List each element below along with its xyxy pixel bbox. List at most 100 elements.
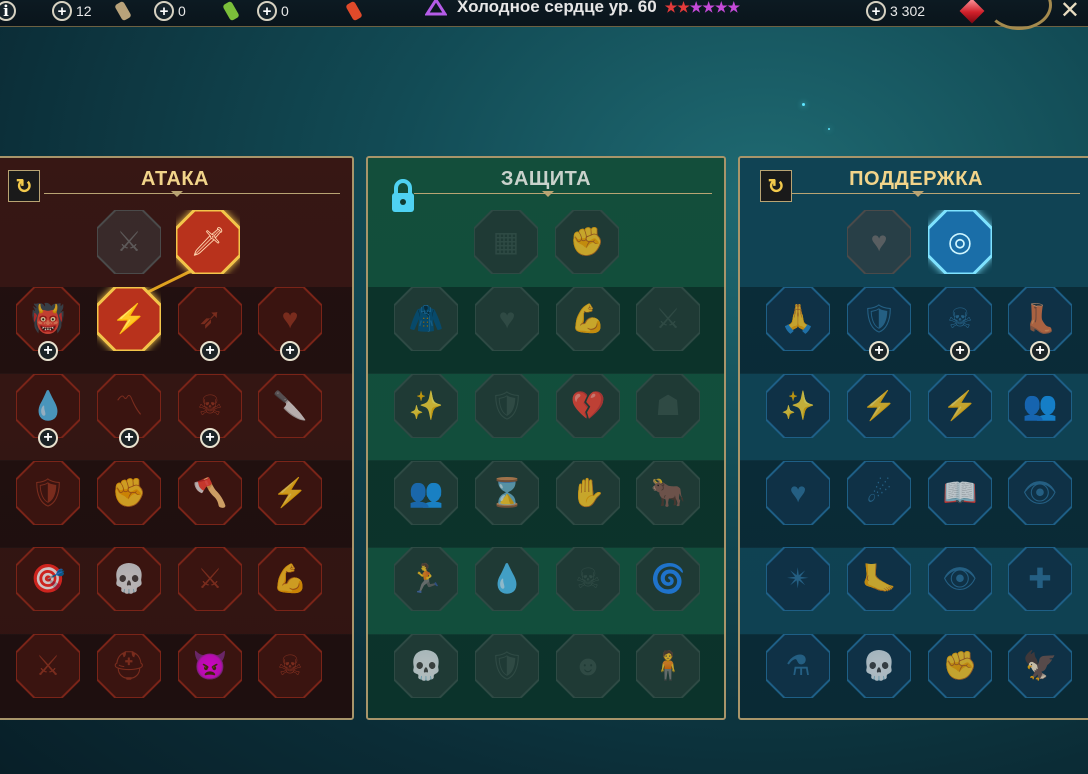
rarity-triangle-icon bbox=[425, 0, 447, 16]
axe-icon: 🪓 bbox=[192, 477, 228, 508]
skill-node[interactable]: ⛑ bbox=[97, 634, 161, 698]
skill-node[interactable]: 👁 bbox=[928, 547, 992, 611]
skull-slash-icon: ☠ bbox=[197, 390, 223, 421]
skill-node[interactable]: ✊ bbox=[928, 634, 992, 698]
skill-node[interactable]: ♥ bbox=[847, 210, 911, 274]
skill-node[interactable]: 🧥 bbox=[394, 287, 458, 351]
skill-node[interactable]: ⚡ bbox=[97, 287, 161, 351]
hero-name: Холодное сердце ур. 60 bbox=[457, 0, 657, 16]
swirl-icon: 🌀 bbox=[650, 563, 686, 594]
skill-node[interactable]: 🏃 bbox=[394, 547, 458, 611]
skill-node[interactable]: ♥ bbox=[475, 287, 539, 351]
upgrade-plus-button[interactable]: + bbox=[38, 428, 58, 448]
upgrade-plus-button[interactable]: + bbox=[950, 341, 970, 361]
skill-node[interactable]: ✚ bbox=[1008, 547, 1072, 611]
skill-node[interactable]: 💀 bbox=[97, 547, 161, 611]
close-button[interactable]: ✕ bbox=[1060, 0, 1080, 25]
skill-node[interactable]: 🪓 bbox=[178, 461, 242, 525]
skill-node[interactable]: 🛡 bbox=[16, 461, 80, 525]
skill-node[interactable]: 🐂 bbox=[636, 461, 700, 525]
info-icon[interactable]: i bbox=[0, 1, 16, 21]
skill-node[interactable]: 💔 bbox=[556, 374, 620, 438]
skill-node[interactable]: ✋ bbox=[556, 461, 620, 525]
add-resource-2-button[interactable]: + bbox=[154, 1, 174, 21]
skill-node[interactable]: ⚔ bbox=[97, 210, 161, 274]
skill-node[interactable]: ☠ bbox=[556, 547, 620, 611]
skill-node[interactable]: ✴ bbox=[766, 547, 830, 611]
skill-node[interactable]: 🦶 bbox=[847, 547, 911, 611]
heart-organ-icon: ♥ bbox=[498, 303, 516, 334]
skill-node[interactable]: 💀 bbox=[847, 634, 911, 698]
upgrade-plus-button[interactable]: + bbox=[1030, 341, 1050, 361]
skill-node[interactable]: 💧 bbox=[475, 547, 539, 611]
dagger-slash-icon: 🗡 bbox=[190, 226, 226, 257]
divider bbox=[414, 193, 712, 194]
bearded-head-icon: ☻ bbox=[573, 650, 603, 681]
skill-node[interactable]: ⚡ bbox=[258, 461, 322, 525]
skill-node[interactable]: 💀 bbox=[394, 634, 458, 698]
skill-node[interactable]: ✊ bbox=[97, 461, 161, 525]
resource-1: + 12 bbox=[52, 0, 132, 22]
upgrade-plus-button[interactable]: + bbox=[200, 428, 220, 448]
skill-node[interactable]: 📖 bbox=[928, 461, 992, 525]
skill-node[interactable]: ◎ bbox=[928, 210, 992, 274]
skill-node[interactable]: ✊ bbox=[555, 210, 619, 274]
skill-node[interactable]: ⚔ bbox=[636, 287, 700, 351]
skill-node[interactable]: ⚔ bbox=[16, 634, 80, 698]
skill-node[interactable]: 🛡 bbox=[475, 374, 539, 438]
skill-node[interactable]: ▦ bbox=[474, 210, 538, 274]
skill-node[interactable]: 👥 bbox=[394, 461, 458, 525]
panel-title: ЗАЩИТА bbox=[500, 168, 592, 190]
add-gems-button[interactable]: + bbox=[866, 1, 886, 21]
skill-node[interactable]: ✨ bbox=[766, 374, 830, 438]
skill-node[interactable]: 👿 bbox=[178, 634, 242, 698]
upgrade-plus-button[interactable]: + bbox=[200, 341, 220, 361]
skill-node[interactable]: 👥 bbox=[1008, 374, 1072, 438]
heart-sparkles-icon: ♥ bbox=[870, 226, 888, 257]
panel-header: АТАКА ↻ bbox=[0, 158, 352, 214]
upgrade-plus-button[interactable]: + bbox=[280, 341, 300, 361]
skill-node[interactable]: ⚗ bbox=[766, 634, 830, 698]
info-button[interactable]: i bbox=[0, 0, 16, 22]
add-resource-1-button[interactable]: + bbox=[52, 1, 72, 21]
skill-node[interactable]: ✨ bbox=[394, 374, 458, 438]
star-icon: ★ bbox=[689, 0, 703, 15]
upgrade-plus-button[interactable]: + bbox=[38, 341, 58, 361]
panel-attack: АТАКА ↻ ⚔ 🗡 👹 + ⚡ ➶ + ♥ + 💧 + 〽 + ☠ + 🔪 🛡 ✊ 🪓 ⚡ 🎯 💀 ⚔ 💪 ⚔ ⛑ 👿 ☠ bbox=[0, 156, 354, 720]
deflect-icon: ⚔ bbox=[655, 303, 681, 334]
skill-node[interactable]: ⌛ bbox=[475, 461, 539, 525]
skill-node[interactable]: 💪 bbox=[556, 287, 620, 351]
flaming-skull-icon: ☠ bbox=[947, 303, 973, 334]
open-hand-icon: ✋ bbox=[570, 477, 606, 508]
skill-node[interactable]: 💪 bbox=[258, 547, 322, 611]
skill-node[interactable]: ☄ bbox=[847, 461, 911, 525]
skill-node[interactable]: ☗ bbox=[636, 374, 700, 438]
reset-icon[interactable]: ↻ bbox=[8, 170, 40, 202]
skill-node[interactable]: ⚔ bbox=[178, 547, 242, 611]
skill-node[interactable]: ♥ bbox=[766, 461, 830, 525]
flaming-helm-icon: ⛑ bbox=[111, 650, 147, 681]
skill-node[interactable]: 🎯 bbox=[16, 547, 80, 611]
poison-flask-icon: ⚗ bbox=[785, 650, 811, 681]
add-resource-3-button[interactable]: + bbox=[257, 1, 277, 21]
compass-star-icon: ✴ bbox=[786, 563, 810, 594]
resource-2: + 0 bbox=[154, 0, 240, 22]
skill-node[interactable]: 🛡 bbox=[475, 634, 539, 698]
gem-icon bbox=[959, 0, 985, 24]
skill-node[interactable]: 🦅 bbox=[1008, 634, 1072, 698]
upgrade-plus-button[interactable]: + bbox=[119, 428, 139, 448]
fist-chains-icon: ✊ bbox=[942, 650, 978, 681]
skill-node[interactable]: ☠ bbox=[258, 634, 322, 698]
reset-icon[interactable]: ↻ bbox=[760, 170, 792, 202]
skill-node[interactable]: 🔪 bbox=[258, 374, 322, 438]
skill-node[interactable]: 🧍 bbox=[636, 634, 700, 698]
shield-wave-icon: 🛡 bbox=[861, 303, 897, 334]
skill-node[interactable]: ⚡ bbox=[928, 374, 992, 438]
skill-node[interactable]: ⚡ bbox=[847, 374, 911, 438]
skill-node[interactable]: 🌀 bbox=[636, 547, 700, 611]
skill-node[interactable]: 🙏 bbox=[766, 287, 830, 351]
skill-node[interactable]: ☻ bbox=[556, 634, 620, 698]
skill-node[interactable]: 👁 bbox=[1008, 461, 1072, 525]
upgrade-plus-button[interactable]: + bbox=[869, 341, 889, 361]
skill-node[interactable]: 🗡 bbox=[176, 210, 240, 274]
